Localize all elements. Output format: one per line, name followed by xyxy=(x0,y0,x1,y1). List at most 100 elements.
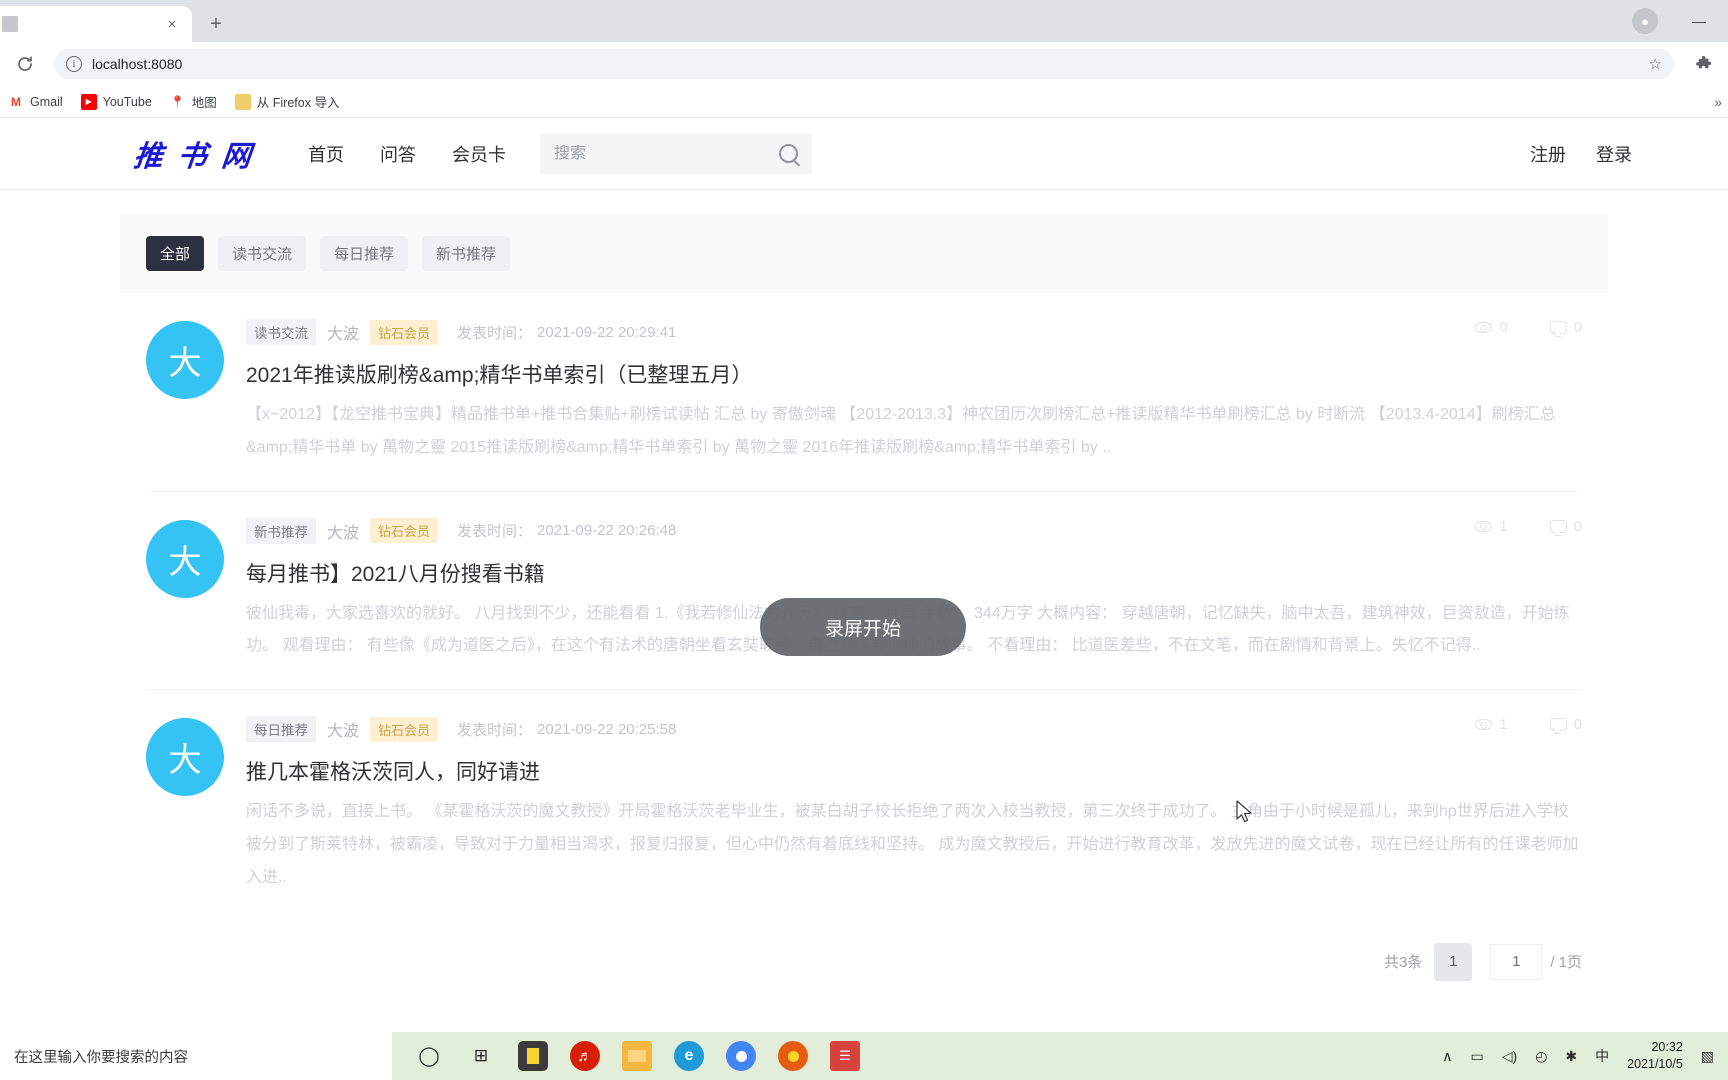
post-meta: 新书推荐 大波 钻石会员 发表时间： 2021-09-22 20:26:48 xyxy=(246,517,1582,544)
post-item[interactable]: 大 新书推荐 大波 钻石会员 发表时间： 2021-09-22 20:26:48… xyxy=(146,492,1582,691)
view-count: 0 xyxy=(1475,319,1508,336)
taskbar-search-placeholder: 在这里输入你要搜索的内容 xyxy=(14,1049,188,1066)
login-link[interactable]: 登录 xyxy=(1596,141,1632,167)
bookmark-maps[interactable]: 📍 地图 xyxy=(170,92,217,111)
firefox-icon[interactable] xyxy=(778,1041,808,1071)
bookmark-star-icon[interactable]: ☆ xyxy=(1649,55,1662,73)
page-jump-input[interactable] xyxy=(1490,943,1543,980)
member-badge: 钻石会员 xyxy=(370,716,439,742)
battery-icon[interactable]: ▭ xyxy=(1471,1048,1484,1065)
comment-bubble-icon xyxy=(1549,321,1567,334)
logo-char-2: 书 xyxy=(176,138,210,173)
page-button-1[interactable]: 1 xyxy=(1434,942,1473,981)
folder-icon xyxy=(234,93,251,110)
bluetooth-icon[interactable]: ✱ xyxy=(1565,1048,1577,1065)
filter-chip-daily-recommend[interactable]: 每日推荐 xyxy=(320,236,409,271)
register-link[interactable]: 注册 xyxy=(1530,141,1566,167)
post-title[interactable]: 2021年推读版刷榜&amp;精华书单索引（已整理五月） xyxy=(246,359,1582,389)
post-title[interactable]: 推几本霍格沃茨同人，同好请进 xyxy=(246,756,1582,786)
post-stats: 1 0 xyxy=(1475,716,1582,733)
site-header: 推 书 网 首页 问答 会员卡 注册 登录 xyxy=(0,118,1728,190)
extensions-icon[interactable] xyxy=(1688,49,1718,79)
system-tray: ∧ ▭ ◁) ◴ ✱ 中 20:32 2021/10/5 ▧ xyxy=(1442,1039,1728,1073)
ime-indicator[interactable]: 中 xyxy=(1595,1046,1609,1066)
filter-chip-new-book-recommend[interactable]: 新书推荐 xyxy=(422,236,511,271)
maps-pin-icon: 📍 xyxy=(170,94,186,109)
post-item[interactable]: 大 读书交流 大波 钻石会员 发表时间： 2021-09-22 20:29:41… xyxy=(146,293,1582,492)
nav-item-qa[interactable]: 问答 xyxy=(380,141,416,167)
profile-avatar[interactable]: ● xyxy=(1632,8,1658,34)
taskbar-app-icons: ◯ ⊞ ♬ e ☰ xyxy=(414,1041,860,1071)
post-meta: 读书交流 大波 钻石会员 发表时间： 2021-09-22 20:29:41 xyxy=(246,319,1582,345)
start-recording-button[interactable]: 录屏开始 xyxy=(760,598,966,656)
bookmark-gmail[interactable]: M Gmail xyxy=(8,94,63,110)
search-icon[interactable] xyxy=(779,144,799,163)
post-body: 每日推荐 大波 钻石会员 发表时间： 2021-09-22 20:25:58 推… xyxy=(246,716,1582,894)
browser-tab[interactable]: × xyxy=(0,6,192,42)
app-icon[interactable]: ☰ xyxy=(830,1041,860,1071)
bookmark-label: 从 Firefox 导入 xyxy=(256,96,340,110)
post-category[interactable]: 读书交流 xyxy=(246,319,316,345)
post-meta: 每日推荐 大波 钻石会员 发表时间： 2021-09-22 20:25:58 xyxy=(246,716,1582,743)
new-tab-button[interactable]: + xyxy=(202,10,230,38)
post-category[interactable]: 新书推荐 xyxy=(246,517,316,544)
search-box[interactable] xyxy=(540,133,813,174)
clock-date: 2021/10/5 xyxy=(1627,1057,1683,1071)
network-icon[interactable]: ◴ xyxy=(1535,1048,1547,1065)
view-count-value: 0 xyxy=(1499,319,1508,336)
file-explorer-icon[interactable] xyxy=(622,1041,652,1071)
post-time-label: 发表时间： xyxy=(457,324,533,342)
netease-music-icon[interactable]: ♬ xyxy=(570,1041,600,1071)
bookmark-label: 地图 xyxy=(191,96,217,110)
taskbar-search-box[interactable]: 在这里输入你要搜索的内容 xyxy=(0,1032,392,1080)
reload-icon[interactable] xyxy=(10,49,40,79)
nav-item-membership[interactable]: 会员卡 xyxy=(452,141,506,167)
post-category[interactable]: 每日推荐 xyxy=(246,716,316,743)
browser-toolbar: i localhost:8080 ☆ xyxy=(0,42,1728,86)
post-title[interactable]: 每月推书】2021八月份搜看书籍 xyxy=(246,558,1582,588)
comment-count: 0 xyxy=(1549,319,1582,336)
eye-icon xyxy=(1475,322,1493,333)
post-time: 2021-09-22 20:26:48 xyxy=(537,522,677,540)
site-info-icon[interactable]: i xyxy=(66,56,82,72)
eye-icon xyxy=(1475,719,1493,731)
site-logo[interactable]: 推 书 网 xyxy=(132,133,254,175)
minimize-button[interactable]: — xyxy=(1676,5,1722,37)
post-author: 大波 xyxy=(327,723,360,741)
comment-count-value: 0 xyxy=(1573,716,1582,734)
taskbar-clock[interactable]: 20:32 2021/10/5 xyxy=(1627,1039,1683,1073)
view-count: 1 xyxy=(1475,518,1508,535)
sticky-notes-icon[interactable] xyxy=(518,1041,548,1071)
windows-taskbar: 在这里输入你要搜索的内容 ◯ ⊞ ♬ e ☰ ∧ ▭ ◁) ◴ ✱ 中 20:3… xyxy=(0,1032,1728,1080)
tray-chevron-icon[interactable]: ∧ xyxy=(1442,1048,1452,1065)
tab-favicon xyxy=(2,16,18,32)
comment-count: 0 xyxy=(1549,716,1582,734)
cortana-icon[interactable]: ◯ xyxy=(414,1041,444,1071)
member-badge: 钻石会员 xyxy=(370,518,439,544)
url-text: localhost:8080 xyxy=(92,56,183,72)
post-body: 读书交流 大波 钻石会员 发表时间： 2021-09-22 20:29:41 2… xyxy=(246,319,1582,465)
volume-icon[interactable]: ◁) xyxy=(1502,1048,1517,1065)
post-author: 大波 xyxy=(327,524,360,542)
category-filter-bar: 全部 读书交流 每日推荐 新书推荐 xyxy=(120,214,1608,293)
post-time: 2021-09-22 20:25:58 xyxy=(537,720,677,738)
member-badge: 钻石会员 xyxy=(370,319,439,345)
notifications-icon[interactable]: ▧ xyxy=(1701,1048,1714,1065)
post-time-label: 发表时间： xyxy=(457,523,533,541)
nav-item-home[interactable]: 首页 xyxy=(308,141,344,167)
bookmark-label: Gmail xyxy=(30,94,63,109)
edge-icon[interactable]: e xyxy=(674,1041,704,1071)
task-view-icon[interactable]: ⊞ xyxy=(466,1041,496,1071)
post-item[interactable]: 大 每日推荐 大波 钻石会员 发表时间： 2021-09-22 20:25:58… xyxy=(146,690,1582,920)
search-input[interactable] xyxy=(554,144,780,163)
chrome-icon[interactable] xyxy=(726,1041,756,1071)
filter-chip-all[interactable]: 全部 xyxy=(146,236,205,271)
comment-count-value: 0 xyxy=(1573,319,1582,336)
filter-chip-reading-exchange[interactable]: 读书交流 xyxy=(218,236,307,271)
page-total-label: / 1页 xyxy=(1550,954,1582,972)
bookmark-firefox-import-folder[interactable]: 从 Firefox 导入 xyxy=(234,92,340,111)
bookmarks-overflow-icon[interactable]: » xyxy=(1714,94,1722,110)
close-tab-icon[interactable]: × xyxy=(162,14,182,34)
bookmark-youtube[interactable]: ▶ YouTube xyxy=(80,93,152,110)
address-bar[interactable]: i localhost:8080 ☆ xyxy=(54,49,1674,79)
